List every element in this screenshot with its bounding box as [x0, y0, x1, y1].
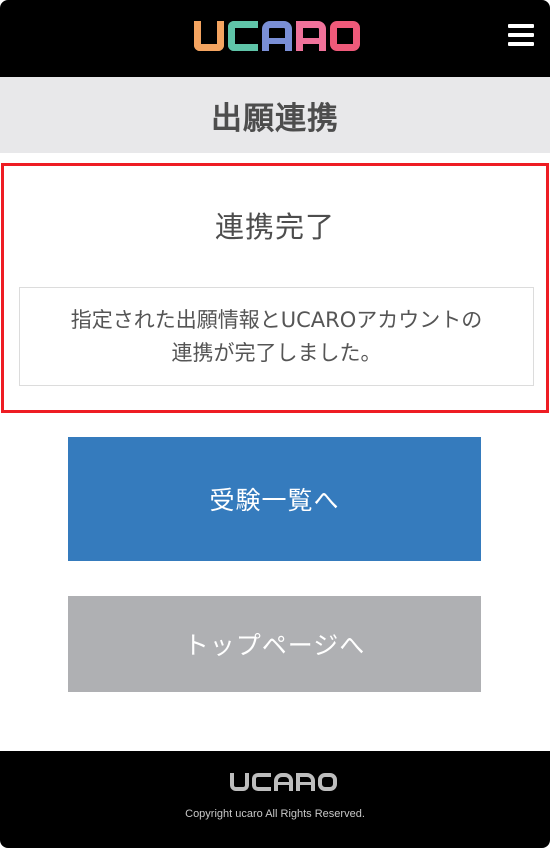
- app-footer: Copyright ucaro All Rights Reserved.: [0, 751, 550, 848]
- menu-bar: [508, 42, 534, 46]
- ucaro-logo[interactable]: [194, 21, 360, 53]
- footer-logo-letter-o: [318, 773, 337, 791]
- title-bar: 出願連携: [0, 77, 550, 153]
- completion-panel: 連携完了 指定された出願情報とUCAROアカウントの 連携が完了しました。: [1, 163, 549, 413]
- menu-bar: [508, 24, 534, 28]
- menu-bar: [508, 33, 534, 37]
- footer-logo-letter-a: [274, 773, 293, 791]
- page-title: 出願連携: [211, 100, 339, 137]
- completion-message-line1: 指定された出願情報とUCAROアカウントの: [70, 307, 483, 332]
- completion-heading: 連携完了: [214, 210, 335, 244]
- footer-logo: [230, 773, 337, 791]
- logo-letter-r: [296, 21, 326, 51]
- exam-list-button[interactable]: 受験一覧へ: [68, 437, 481, 561]
- top-page-button[interactable]: トップページへ: [68, 596, 481, 692]
- footer-logo-letter-c: [252, 773, 271, 791]
- logo-letter-a: [262, 21, 292, 51]
- logo-letter-o: [330, 21, 360, 51]
- footer-logo-letter-r: [296, 773, 315, 791]
- logo-letter-u: [194, 21, 224, 51]
- app-header: [0, 0, 550, 77]
- logo-letter-c: [228, 21, 258, 51]
- completion-message-line2: 連携が完了しました。: [171, 340, 382, 365]
- hamburger-menu-icon[interactable]: [508, 24, 534, 46]
- footer-logo-letter-u: [230, 773, 249, 791]
- copyright-text: Copyright ucaro All Rights Reserved.: [185, 808, 365, 820]
- completion-message: 指定された出願情報とUCAROアカウントの 連携が完了しました。: [19, 287, 534, 386]
